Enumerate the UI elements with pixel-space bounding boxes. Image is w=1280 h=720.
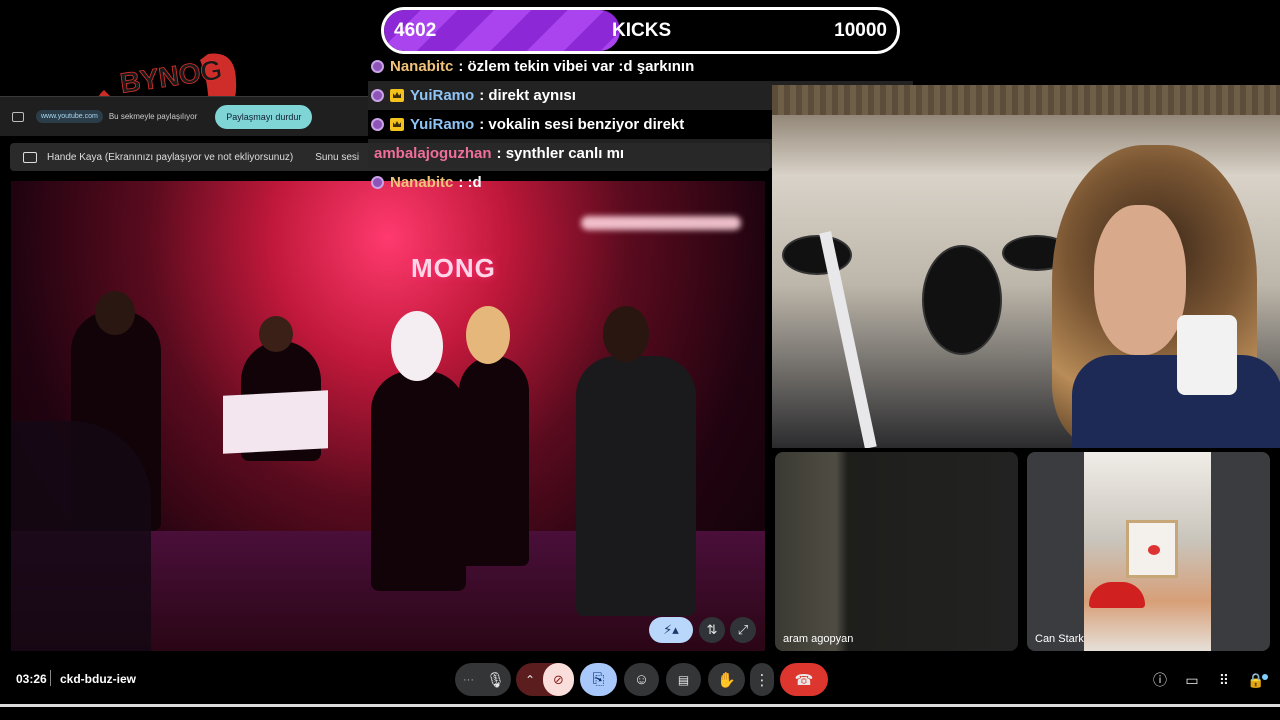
chat-message: Nanabitc : özlem tekin vibei var :d şark… bbox=[368, 52, 913, 81]
kicks-current: 4602 bbox=[394, 20, 437, 41]
red-cap bbox=[1089, 582, 1145, 608]
swap-view-icon[interactable]: ⇅ bbox=[699, 617, 725, 643]
participant-name: Can Stark bbox=[1035, 633, 1084, 645]
kicks-goal: 10000 bbox=[834, 20, 887, 41]
captions-icon: ▤ bbox=[677, 672, 690, 687]
chat-text: : özlem tekin vibei var :d şarkının bbox=[458, 58, 695, 75]
chat-icon[interactable]: ▭ bbox=[1180, 668, 1204, 692]
drum-kit bbox=[922, 245, 1002, 355]
participant-body bbox=[1072, 355, 1280, 448]
host-controls-lock-icon[interactable]: 🔒 bbox=[1244, 668, 1268, 692]
chat-text: : vokalin sesi benziyor direkt bbox=[479, 116, 685, 133]
meeting-code[interactable]: ckd-bduz-iew bbox=[60, 672, 136, 686]
participant-face bbox=[1094, 205, 1186, 355]
presenter-status: Hande Kaya (Ekranınızı paylaşıyor ve not… bbox=[47, 151, 294, 163]
drum-pad bbox=[782, 235, 852, 275]
participant-video bbox=[1084, 452, 1211, 651]
shared-tab-url: www.youtube.com bbox=[36, 110, 103, 123]
leave-call-button[interactable]: ☎ bbox=[780, 663, 828, 696]
tab-sharing-bar: www.youtube.com Bu sekmeyle paylaşılıyor… bbox=[0, 96, 368, 136]
stop-sharing-button[interactable]: Paylaşmayı durdur bbox=[215, 104, 313, 129]
user-badge-icon bbox=[371, 176, 384, 189]
activities-icon[interactable]: ⠿ bbox=[1212, 668, 1236, 692]
venue-sign: MONG bbox=[411, 253, 496, 283]
chat-text: : synthler canlı mı bbox=[496, 145, 625, 162]
camera-options-button[interactable]: ⌃ ⊘ bbox=[516, 663, 574, 696]
emoji-icon: ☺ bbox=[633, 671, 650, 688]
crown-badge-icon bbox=[390, 118, 404, 131]
more-vert-icon: ⋮ bbox=[754, 671, 770, 689]
wood-ceiling bbox=[772, 85, 1280, 115]
kicks-label: KICKS bbox=[612, 20, 672, 41]
audio-options-button[interactable]: ··· 🎙 bbox=[455, 663, 511, 696]
hang-up-icon: ☎ bbox=[794, 671, 814, 689]
notification-dot bbox=[1262, 674, 1268, 680]
camera-off-icon: ⊘ bbox=[543, 663, 574, 696]
participant-tile[interactable]: Can Stark bbox=[1027, 452, 1270, 651]
shared-screen-video[interactable]: MONG ⚡▴ ⇅ ⤢ bbox=[11, 181, 765, 651]
present-screen-icon: ⎘ bbox=[592, 671, 605, 688]
chat-username: Nanabitc bbox=[390, 174, 454, 191]
fullscreen-icon[interactable]: ⤢ bbox=[730, 617, 756, 643]
present-screen-icon bbox=[23, 151, 37, 163]
guitarist-left-head bbox=[95, 291, 135, 335]
music-stand bbox=[223, 390, 328, 454]
chat-username: YuiRamo bbox=[410, 87, 475, 104]
guitarist-right bbox=[576, 356, 696, 616]
user-badge-icon bbox=[371, 118, 384, 131]
chevron-up-icon: ⌃ bbox=[525, 672, 536, 687]
keyboardist-head bbox=[259, 316, 293, 352]
chat-username: ambalajoguzhan bbox=[374, 145, 492, 162]
microphone-icon: 🎙 bbox=[486, 671, 506, 689]
present-now-button[interactable]: ⎘ bbox=[580, 663, 617, 696]
window-bottom-edge bbox=[0, 704, 1280, 720]
stage-light bbox=[581, 216, 741, 230]
more-dots-icon: ··· bbox=[463, 673, 474, 686]
hand-icon: ✋ bbox=[717, 671, 736, 689]
audience-arm bbox=[11, 421, 151, 651]
screen-share-icon bbox=[12, 111, 24, 122]
user-badge-icon bbox=[371, 60, 384, 73]
annotation-toggle-button[interactable]: ⚡▴ bbox=[649, 617, 693, 643]
divider bbox=[50, 670, 51, 686]
bassist-hair bbox=[466, 306, 510, 364]
singer-hair bbox=[391, 311, 443, 381]
info-icon[interactable]: ⓘ bbox=[1148, 668, 1172, 692]
reactions-button[interactable]: ☺ bbox=[624, 663, 659, 696]
bassist bbox=[459, 356, 529, 566]
singer bbox=[371, 371, 466, 591]
raise-hand-button[interactable]: ✋ bbox=[708, 663, 745, 696]
meeting-time: 03:26 bbox=[16, 672, 47, 686]
chat-text: : direkt aynısı bbox=[479, 87, 576, 104]
presentation-audio-label[interactable]: Sunu sesi bbox=[315, 152, 359, 163]
more-options-button[interactable]: ⋮ bbox=[750, 663, 774, 696]
participant-tile[interactable]: aram agopyan bbox=[775, 452, 1018, 651]
captions-button[interactable]: ▤ bbox=[666, 663, 701, 696]
robot-figure bbox=[1177, 315, 1237, 395]
participant-tile-main[interactable] bbox=[772, 85, 1280, 448]
user-badge-icon bbox=[371, 89, 384, 102]
chat-username: Nanabitc bbox=[390, 58, 454, 75]
meeting-controls-bar: 03:26 ckd-bduz-iew ··· 🎙 ⌃ ⊘ ⎘ ☺ ▤ ✋ ⋮ ☎… bbox=[0, 656, 1280, 704]
sharing-status-text: Bu sekmeyle paylaşılıyor bbox=[108, 112, 198, 121]
participant-name: aram agopyan bbox=[783, 633, 854, 645]
chat-text: : :d bbox=[458, 174, 482, 191]
guitarist-right-head bbox=[603, 306, 649, 362]
wall-art bbox=[1126, 520, 1178, 578]
chat-username: YuiRamo bbox=[410, 116, 475, 133]
kicks-progress-bar: 4602 KICKS 10000 bbox=[381, 7, 900, 54]
crown-badge-icon bbox=[390, 89, 404, 102]
